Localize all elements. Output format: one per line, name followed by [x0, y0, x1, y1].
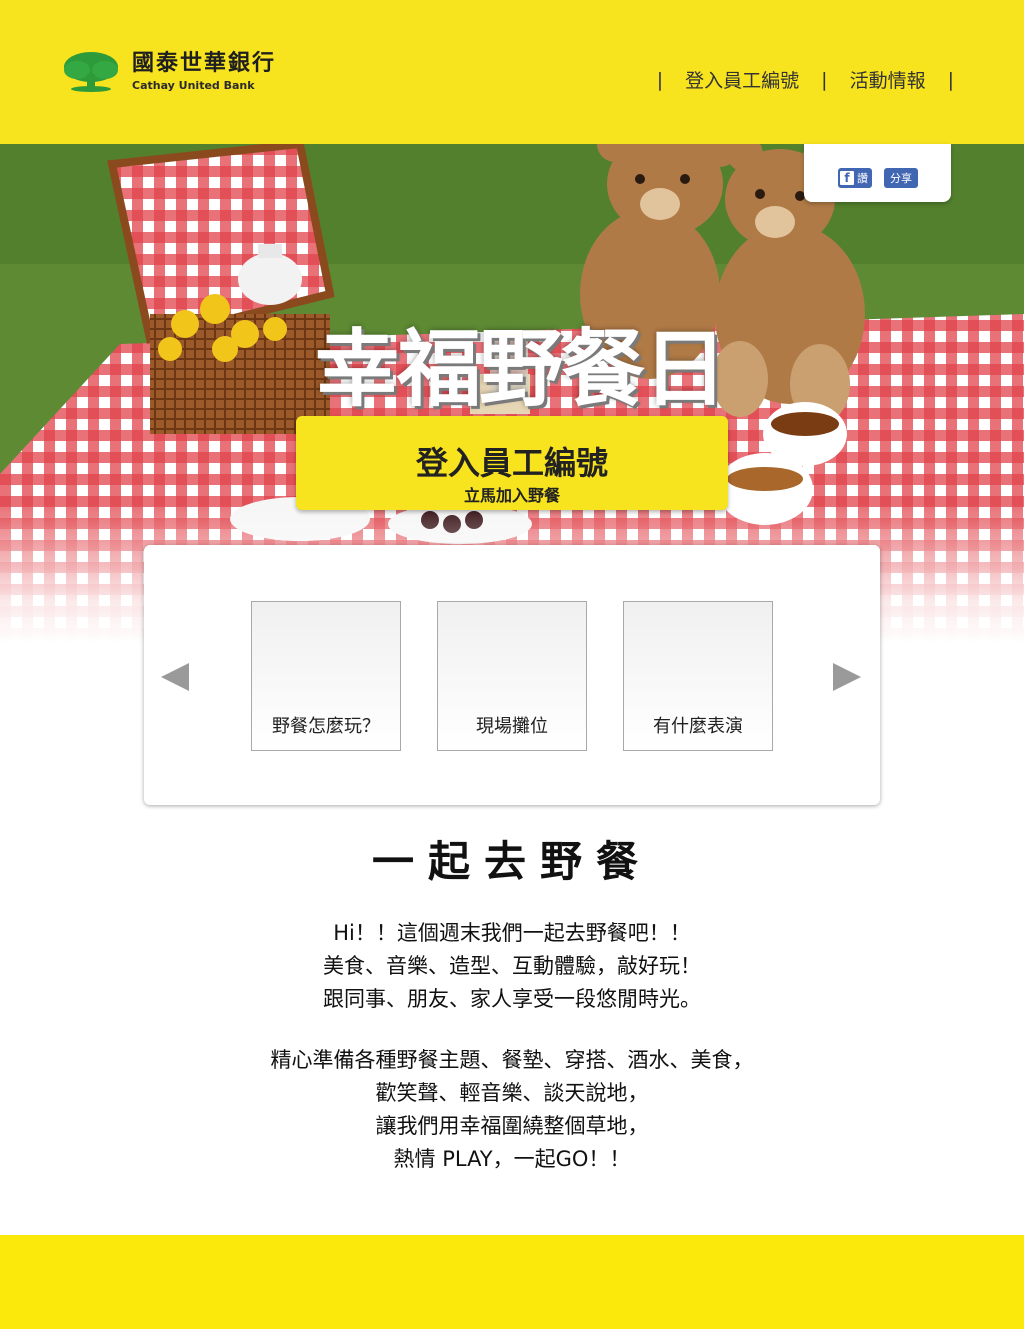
login-cta-button[interactable]: 登入員工編號 立馬加入野餐: [296, 416, 728, 510]
carousel-card-label: 有什麼表演: [653, 716, 743, 737]
logo-chinese-name: 國泰世華銀行: [132, 51, 277, 76]
carousel-card-booths[interactable]: 現場攤位: [437, 601, 587, 751]
nav-separator: |: [947, 68, 954, 91]
details-line: 讓我們用幸福圍繞整個草地，: [375, 1114, 649, 1138]
carousel-card-how-to-play[interactable]: 野餐怎麼玩？: [251, 601, 401, 751]
feature-carousel: 野餐怎麼玩？ 現場攤位 有什麼表演: [144, 545, 880, 805]
carousel-next-arrow-icon[interactable]: [833, 663, 861, 691]
facebook-like-label: 讚: [857, 172, 868, 185]
top-nav: | 登入員工編號 | 活動情報 |: [635, 66, 954, 93]
details-line: 熱情 PLAY，一起GO！！: [393, 1147, 631, 1171]
carousel-card-label: 野餐怎麼玩？: [272, 716, 380, 737]
logo-text: 國泰世華銀行 Cathay United Bank: [132, 51, 276, 93]
nav-event-info[interactable]: 活動情報: [850, 66, 926, 93]
facebook-share-button[interactable]: 分享: [884, 168, 918, 188]
intro-paragraph: Hi！！這個週末我們一起去野餐吧！！ 美食、音樂、造型、互動體驗，敲好玩！ 跟同…: [0, 917, 1024, 1016]
hero-title: 幸福野餐日: [314, 320, 727, 418]
section-title: 一起去野餐: [371, 837, 652, 886]
nav-separator: |: [821, 68, 828, 91]
social-share-box: f 讚 分享: [804, 144, 951, 202]
intro-line: 美食、音樂、造型、互動體驗，敲好玩！: [323, 954, 701, 978]
facebook-like-button[interactable]: f 讚: [838, 168, 872, 188]
logo-english-name: Cathay United Bank: [132, 79, 255, 92]
tree-logo-icon: [62, 50, 120, 94]
details-line: 精心準備各種野餐主題、餐墊、穿搭、酒水、美食，: [270, 1048, 754, 1072]
carousel-card-label: 現場攤位: [476, 716, 548, 737]
nav-separator: |: [656, 68, 664, 91]
details-line: 歡笑聲、輕音樂、談天說地，: [375, 1081, 649, 1105]
intro-line: Hi！！這個週末我們一起去野餐吧！！: [333, 921, 691, 945]
cta-label: 登入員工編號: [415, 444, 608, 482]
site-footer: [0, 1235, 1024, 1329]
carousel-card-performances[interactable]: 有什麼表演: [623, 601, 773, 751]
carousel-prev-arrow-icon[interactable]: [161, 663, 189, 691]
details-paragraph: 精心準備各種野餐主題、餐墊、穿搭、酒水、美食， 歡笑聲、輕音樂、談天說地， 讓我…: [0, 1044, 1024, 1176]
facebook-icon: f: [840, 171, 854, 185]
nav-login-employee-id[interactable]: 登入員工編號: [685, 66, 799, 93]
site-header: 國泰世華銀行 Cathay United Bank | 登入員工編號 | 活動情…: [0, 0, 1024, 144]
cathay-logo[interactable]: 國泰世華銀行 Cathay United Bank: [62, 50, 276, 94]
cta-subtitle: 立馬加入野餐: [463, 486, 560, 505]
intro-line: 跟同事、朋友、家人享受一段悠閒時光。: [323, 987, 701, 1011]
